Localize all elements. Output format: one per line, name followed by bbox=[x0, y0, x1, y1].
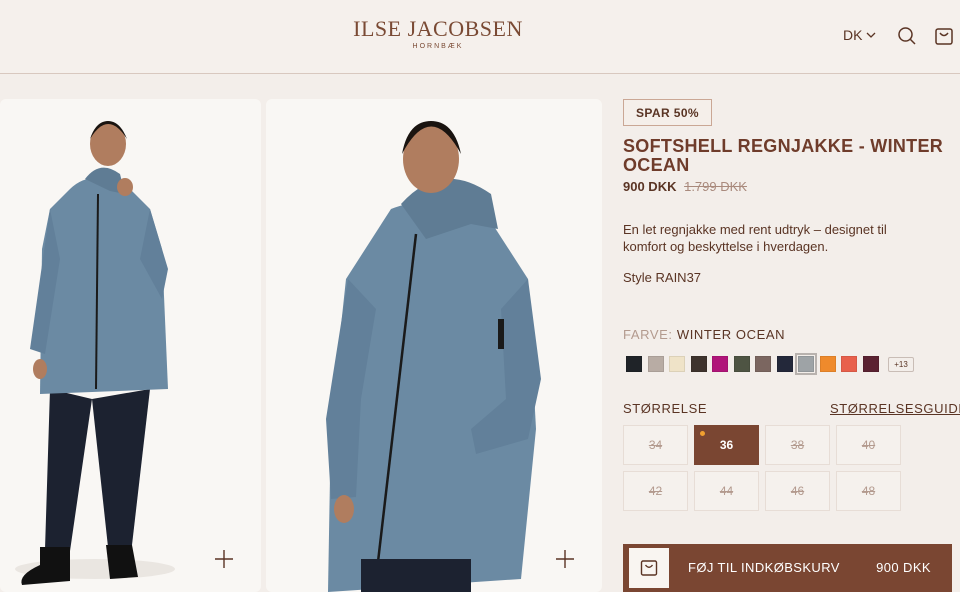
size-option-label: 38 bbox=[790, 438, 805, 452]
color-label: FARVE: WINTER OCEAN bbox=[623, 327, 785, 342]
bag-icon-box bbox=[629, 548, 669, 588]
product-description: En let regnjakke med rent udtryk – desig… bbox=[623, 222, 887, 254]
style-number: Style RAIN37 bbox=[623, 270, 702, 285]
size-option-label: 40 bbox=[861, 438, 876, 452]
product-image-2[interactable] bbox=[266, 99, 602, 592]
color-swatch[interactable] bbox=[690, 356, 707, 372]
color-label-value: WINTER OCEAN bbox=[676, 327, 786, 342]
add-to-cart-price: 900 DKK bbox=[876, 560, 931, 575]
size-option-label: 48 bbox=[861, 484, 876, 498]
color-label-key: FARVE: bbox=[623, 327, 673, 342]
low-stock-dot bbox=[700, 431, 705, 436]
size-option-label: 44 bbox=[719, 484, 734, 498]
size-option-40[interactable]: 40 bbox=[836, 425, 901, 465]
size-option-44[interactable]: 44 bbox=[694, 471, 759, 511]
discount-badge: SPAR 50% bbox=[623, 99, 712, 126]
size-option-label: 42 bbox=[648, 484, 663, 498]
model-illustration-closeup bbox=[326, 121, 541, 592]
cart-icon[interactable] bbox=[934, 26, 954, 46]
more-colors-button[interactable]: +13 bbox=[888, 357, 914, 372]
color-swatch[interactable] bbox=[841, 356, 857, 372]
color-swatch[interactable] bbox=[669, 356, 685, 372]
brand-subtitle: HORNBÆK bbox=[412, 43, 464, 50]
plus-icon[interactable] bbox=[554, 548, 576, 570]
price-block: 900 DKK 1.799 DKK bbox=[623, 179, 747, 194]
size-label: STØRRELSE bbox=[623, 401, 708, 416]
color-swatch[interactable] bbox=[862, 356, 879, 372]
brand-logo[interactable]: ILSE JACOBSEN HORNBÆK bbox=[0, 16, 876, 51]
old-price: 1.799 DKK bbox=[684, 179, 747, 194]
size-option-label: 36 bbox=[719, 438, 734, 452]
color-swatch[interactable] bbox=[819, 356, 836, 372]
product-image-1[interactable] bbox=[0, 99, 261, 592]
size-option-46[interactable]: 46 bbox=[765, 471, 830, 511]
current-price: 900 DKK bbox=[623, 179, 677, 194]
color-swatch[interactable] bbox=[626, 356, 642, 372]
brand-name: ILSE JACOBSEN bbox=[353, 16, 523, 41]
plus-icon[interactable] bbox=[213, 548, 235, 570]
language-selector[interactable]: DK bbox=[843, 27, 876, 43]
search-icon[interactable] bbox=[897, 26, 917, 46]
size-option-42[interactable]: 42 bbox=[623, 471, 688, 511]
size-guide-link[interactable]: STØRRELSESGUIDE bbox=[830, 401, 960, 416]
color-swatch[interactable] bbox=[776, 356, 793, 372]
model-illustration-front bbox=[15, 121, 175, 585]
add-to-cart-button[interactable]: FØJ TIL INDKØBSKURV 900 DKK bbox=[623, 544, 952, 592]
add-to-cart-label: FØJ TIL INDKØBSKURV bbox=[688, 560, 840, 575]
size-option-label: 46 bbox=[790, 484, 805, 498]
size-option-label: 34 bbox=[648, 438, 663, 452]
language-label: DK bbox=[843, 27, 863, 43]
chevron-down-icon bbox=[866, 32, 876, 38]
size-option-34[interactable]: 34 bbox=[623, 425, 688, 465]
product-title: SOFTSHELL REGNJAKKE - WINTER OCEAN bbox=[623, 136, 944, 175]
size-option-36[interactable]: 36 bbox=[694, 425, 759, 465]
site-header: ILSE JACOBSEN HORNBÆK DK bbox=[0, 0, 960, 74]
size-option-38[interactable]: 38 bbox=[765, 425, 830, 465]
color-swatch[interactable] bbox=[647, 356, 664, 372]
size-option-48[interactable]: 48 bbox=[836, 471, 901, 511]
color-swatch[interactable] bbox=[733, 356, 750, 372]
color-swatch[interactable] bbox=[755, 356, 771, 372]
color-swatch[interactable] bbox=[795, 353, 817, 375]
color-swatch[interactable] bbox=[712, 356, 728, 372]
bag-icon bbox=[640, 560, 658, 576]
